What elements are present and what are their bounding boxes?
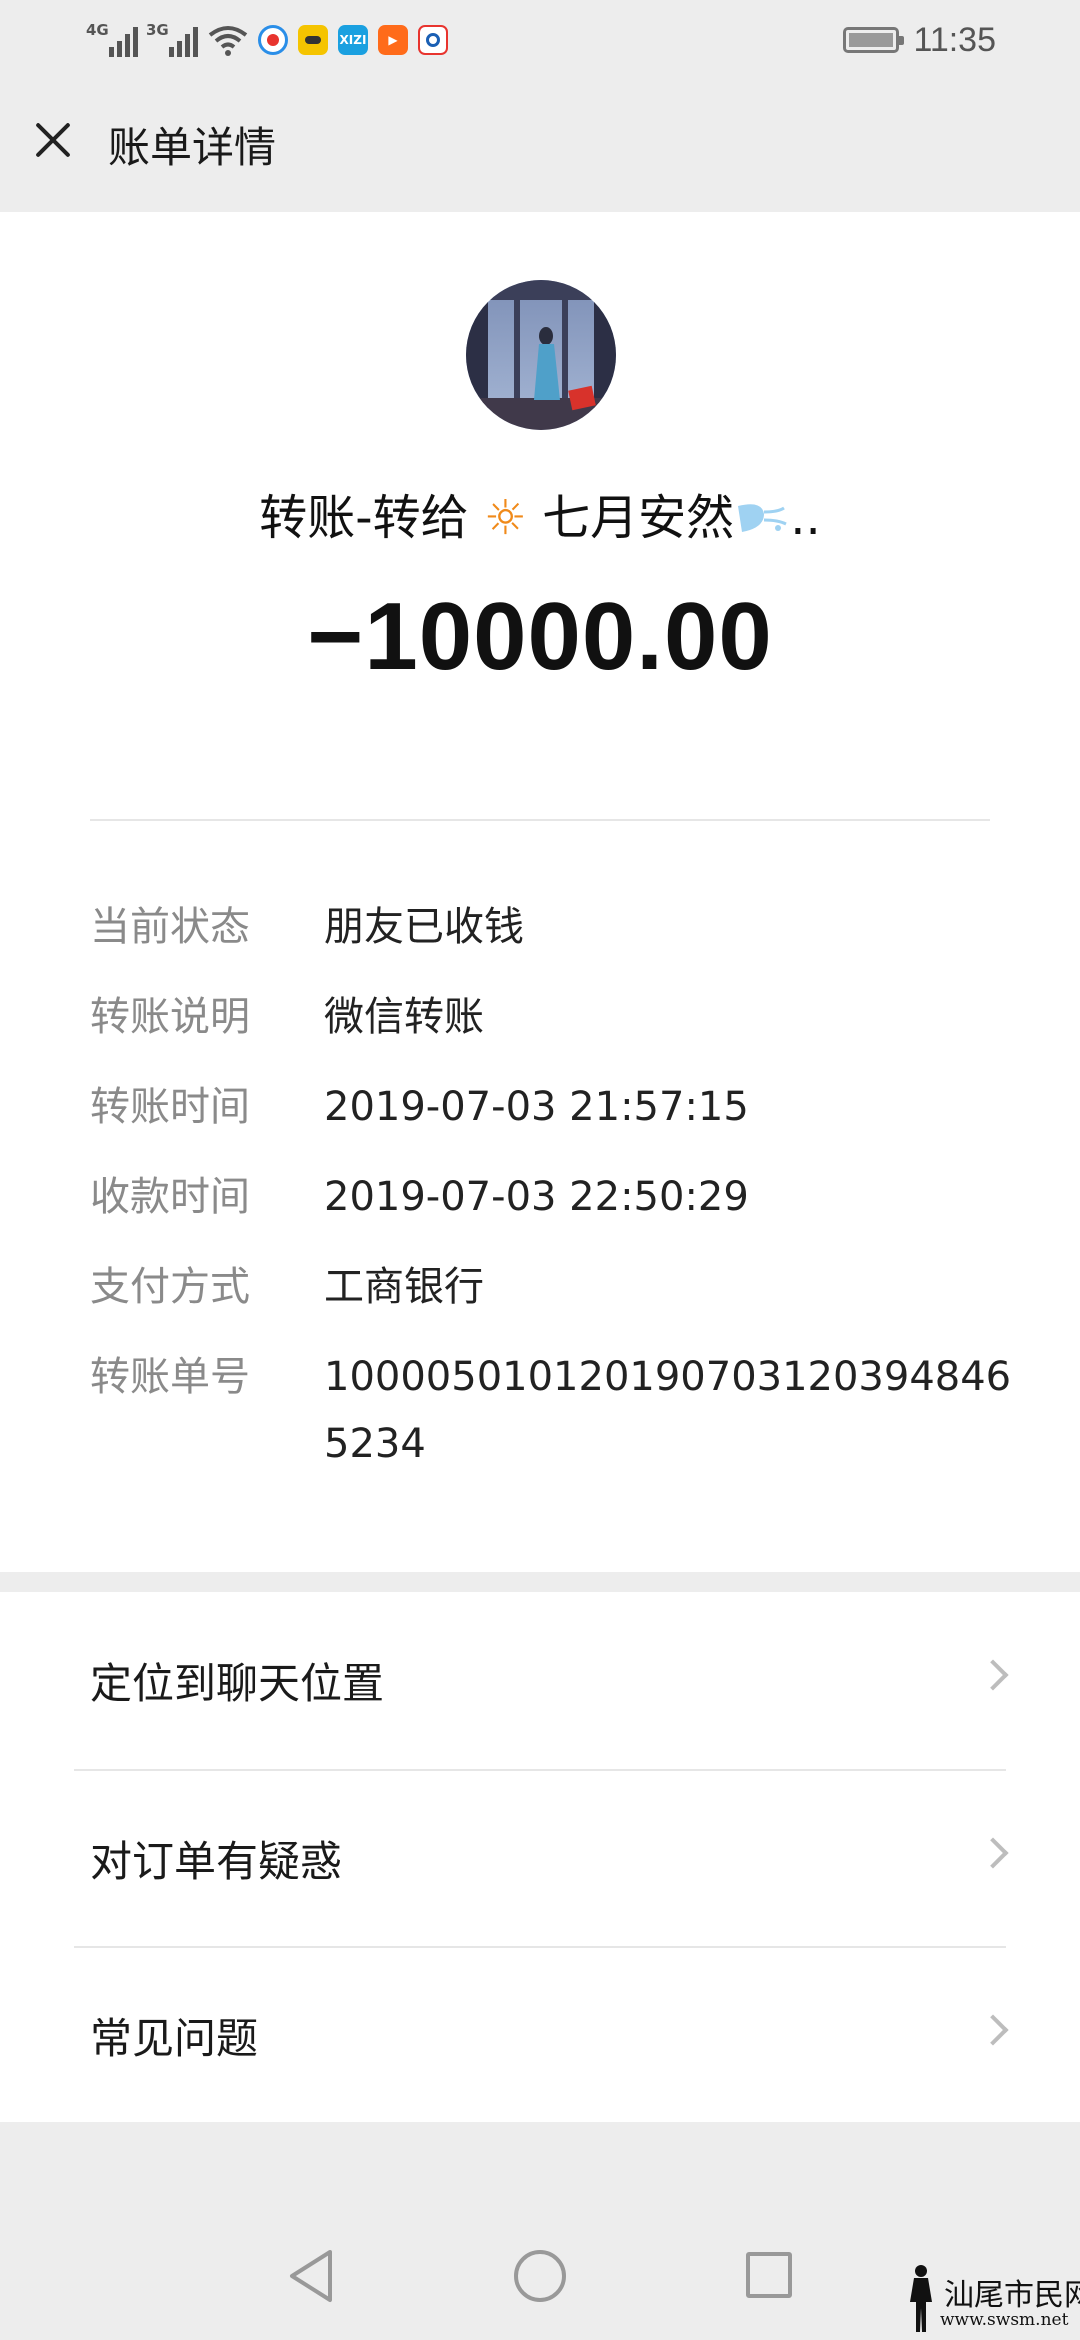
info-label: 支付方式 bbox=[90, 1264, 250, 1310]
menu-item-label: 对订单有疑惑 bbox=[90, 1837, 343, 1886]
app-icon-yellow bbox=[298, 25, 328, 55]
info-value: 2019-07-03 21:57:15 bbox=[324, 1084, 749, 1130]
info-value: 工商银行 bbox=[324, 1264, 484, 1310]
watermark-figure-icon bbox=[910, 2265, 932, 2332]
status-bar: 4G 3G XIZI ▶ 11:35 bbox=[0, 0, 1080, 82]
payee-prefix: 转账-转给 bbox=[259, 490, 469, 546]
home-icon[interactable] bbox=[514, 2250, 566, 2302]
chevron-right-icon bbox=[977, 1659, 1009, 1691]
watermark: 汕尾市民网 www.swsm.net bbox=[904, 2262, 1080, 2336]
info-label: 转账时间 bbox=[90, 1084, 250, 1130]
info-label: 收款时间 bbox=[90, 1174, 250, 1220]
bill-detail-card: 转账-转给 ☼ 七月安然 .. −10000.00 当前状态 朋友已收钱 转账说… bbox=[0, 212, 1080, 1572]
battery-icon bbox=[843, 27, 905, 53]
info-list: 当前状态 朋友已收钱 转账说明 微信转账 转账时间 2019-07-03 21:… bbox=[0, 882, 1080, 1492]
divider bbox=[90, 819, 990, 821]
top-bar: 账单详情 bbox=[0, 82, 1080, 212]
signal-4g-icon: 4G bbox=[86, 21, 138, 57]
watermark-text: 汕尾市民网 bbox=[944, 2278, 1080, 2313]
app-icon-red bbox=[418, 25, 448, 55]
payee-ellipsis: .. bbox=[790, 490, 821, 546]
recent-apps-icon[interactable] bbox=[746, 2252, 792, 2298]
status-icons-right: 11:35 bbox=[843, 18, 996, 62]
menu-item-locate-chat[interactable]: 定位到聊天位置 bbox=[0, 1592, 1080, 1768]
signal-3g-icon: 3G bbox=[146, 21, 198, 57]
info-value[interactable]: 100005010120190703120394846 5234 bbox=[324, 1332, 1014, 1478]
info-value: 2019-07-03 22:50:29 bbox=[324, 1174, 749, 1220]
menu-item-order-question[interactable]: 对订单有疑惑 bbox=[0, 1770, 1080, 1946]
chevron-right-icon bbox=[977, 2014, 1009, 2046]
payee-name: 七月安然 bbox=[542, 490, 735, 546]
status-icons-left: 4G 3G XIZI ▶ bbox=[86, 18, 448, 62]
menu-item-faq[interactable]: 常见问题 bbox=[0, 1947, 1080, 2123]
info-row-status: 当前状态 朋友已收钱 bbox=[0, 882, 1080, 972]
chevron-right-icon bbox=[977, 1837, 1009, 1869]
wind-emoji-icon bbox=[738, 504, 787, 532]
info-row-note: 转账说明 微信转账 bbox=[0, 972, 1080, 1062]
menu-card: 定位到聊天位置 对订单有疑惑 常见问题 bbox=[0, 1592, 1080, 2122]
info-row-receive-time: 收款时间 2019-07-03 22:50:29 bbox=[0, 1152, 1080, 1242]
signal-4g-label: 4G bbox=[86, 21, 109, 39]
info-label: 转账单号 bbox=[90, 1354, 250, 1400]
avatar-image bbox=[466, 280, 616, 430]
watermark-url: www.swsm.net bbox=[940, 2310, 1069, 2330]
wifi-icon bbox=[208, 26, 248, 56]
info-label: 转账说明 bbox=[90, 994, 250, 1040]
amount: −10000.00 bbox=[307, 583, 773, 690]
info-label: 当前状态 bbox=[90, 904, 250, 950]
payee-line: 转账-转给 ☼ 七月安然 .. bbox=[0, 478, 1080, 548]
back-icon[interactable] bbox=[286, 2248, 336, 2304]
page-title: 账单详情 bbox=[108, 123, 277, 172]
app-icon-xizi: XIZI bbox=[338, 25, 368, 55]
close-icon[interactable] bbox=[26, 112, 82, 168]
info-row-payment-method: 支付方式 工商银行 bbox=[0, 1242, 1080, 1332]
info-value: 微信转账 bbox=[324, 994, 484, 1040]
app-icon-blue bbox=[258, 25, 288, 55]
screen: 4G 3G XIZI ▶ 11:35 账单详情 转账-转给 ☼ 七月安然 .. … bbox=[0, 0, 1080, 2340]
info-row-transfer-time: 转账时间 2019-07-03 21:57:15 bbox=[0, 1062, 1080, 1152]
app-icon-play: ▶ bbox=[378, 25, 408, 55]
sun-emoji-icon: ☼ bbox=[483, 490, 527, 546]
info-row-transaction-id: 转账单号 100005010120190703120394846 5234 bbox=[0, 1332, 1080, 1492]
status-time: 11:35 bbox=[913, 20, 996, 59]
signal-3g-label: 3G bbox=[146, 21, 169, 39]
avatar[interactable] bbox=[466, 280, 616, 430]
menu-item-label: 常见问题 bbox=[90, 2014, 259, 2063]
info-value: 朋友已收钱 bbox=[324, 904, 524, 950]
menu-item-label: 定位到聊天位置 bbox=[90, 1659, 385, 1708]
